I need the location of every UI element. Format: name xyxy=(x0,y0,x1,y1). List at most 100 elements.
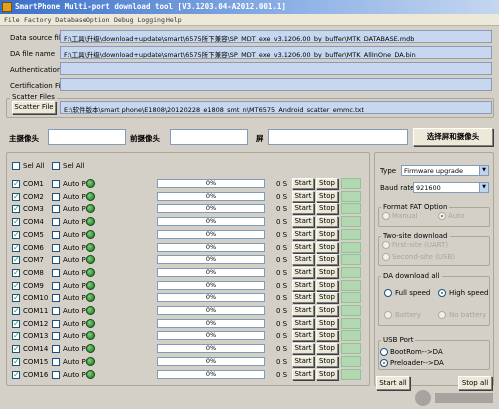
auto-pl-checkbox[interactable] xyxy=(52,231,60,239)
com-start-button[interactable]: Start xyxy=(292,191,314,202)
menu-file[interactable]: File xyxy=(4,16,20,24)
com-stop-button[interactable]: Stop xyxy=(316,305,338,316)
format-manual-label: Manual xyxy=(392,212,418,220)
second-site-radio[interactable] xyxy=(382,253,390,261)
com-start-button[interactable]: Start xyxy=(292,318,314,329)
format-auto-radio[interactable] xyxy=(438,212,446,220)
com-start-button[interactable]: Start xyxy=(292,330,314,341)
com-stop-button[interactable]: Stop xyxy=(316,203,338,214)
baud-rate-select[interactable]: 921600 ▼ xyxy=(413,182,489,193)
auto-pl-checkbox[interactable] xyxy=(52,307,60,315)
auth-file-field[interactable] xyxy=(60,62,492,75)
main-camera-input[interactable] xyxy=(48,129,126,145)
com-start-button[interactable]: Start xyxy=(292,343,314,354)
com-start-button[interactable]: Start xyxy=(292,280,314,291)
com-checkbox[interactable] xyxy=(12,217,20,226)
com-start-button[interactable]: Start xyxy=(292,369,314,380)
com-checkbox[interactable] xyxy=(12,192,20,201)
com-checkbox[interactable] xyxy=(12,255,20,264)
screen-input[interactable] xyxy=(268,129,408,145)
status-led-icon xyxy=(86,357,95,366)
sel-all-auto-checkbox[interactable] xyxy=(52,162,60,170)
com-start-button[interactable]: Start xyxy=(292,216,314,227)
menu-help[interactable]: Help xyxy=(166,16,182,24)
com-stop-button[interactable]: Stop xyxy=(316,343,338,354)
auto-pl-checkbox[interactable] xyxy=(52,244,60,252)
com-checkbox[interactable] xyxy=(12,243,20,252)
da-file-field[interactable]: F:\工具\升级\download+update\smart\6575所下兼容\… xyxy=(60,46,492,59)
bootrom-radio[interactable] xyxy=(380,348,388,356)
usb-port-title: USB Port xyxy=(381,336,416,344)
status-led-icon xyxy=(86,306,95,315)
com-checkbox[interactable] xyxy=(12,370,20,379)
menu-debug-logging[interactable]: Debug Logging xyxy=(114,16,165,24)
com-stop-button[interactable]: Stop xyxy=(316,229,338,240)
com-start-button[interactable]: Start xyxy=(292,178,314,189)
com-checkbox[interactable] xyxy=(12,344,20,353)
com-stop-button[interactable]: Stop xyxy=(316,216,338,227)
com-stop-button[interactable]: Stop xyxy=(316,267,338,278)
com-stop-button[interactable]: Stop xyxy=(316,369,338,380)
full-speed-label: Full speed xyxy=(395,289,431,297)
com-stop-button[interactable]: Stop xyxy=(316,318,338,329)
auto-pl-checkbox[interactable] xyxy=(52,269,60,277)
auto-pl-checkbox[interactable] xyxy=(52,294,60,302)
first-site-radio[interactable] xyxy=(382,241,390,249)
auto-pl-checkbox[interactable] xyxy=(52,218,60,226)
menu-option[interactable]: Option xyxy=(86,16,109,24)
com-start-button[interactable]: Start xyxy=(292,356,314,367)
select-screen-camera-button[interactable]: 选择屏和摄像头 xyxy=(413,128,493,146)
full-speed-radio[interactable] xyxy=(384,289,392,297)
auto-pl-checkbox[interactable] xyxy=(52,332,60,340)
sel-all-checkbox[interactable] xyxy=(12,162,20,170)
auto-pl-checkbox[interactable] xyxy=(52,282,60,290)
com-stop-button[interactable]: Stop xyxy=(316,280,338,291)
auto-pl-checkbox[interactable] xyxy=(52,205,60,213)
scatter-file-button[interactable]: Scatter File xyxy=(12,101,56,114)
cert-file-field[interactable] xyxy=(60,78,492,91)
menu-factory-database[interactable]: Factory Database xyxy=(24,16,87,24)
high-speed-radio[interactable] xyxy=(438,289,446,297)
com-stop-button[interactable]: Stop xyxy=(316,242,338,253)
com-checkbox[interactable] xyxy=(12,331,20,340)
auto-pl-checkbox[interactable] xyxy=(52,180,60,188)
com-checkbox[interactable] xyxy=(12,306,20,315)
type-select[interactable]: Firmware upgrade ▼ xyxy=(401,165,489,176)
com-checkbox[interactable] xyxy=(12,293,20,302)
com-stop-button[interactable]: Stop xyxy=(316,191,338,202)
chevron-down-icon: ▼ xyxy=(479,166,488,175)
battery-radio[interactable] xyxy=(384,311,392,319)
com-checkbox[interactable] xyxy=(12,179,20,188)
data-source-field[interactable]: F:\工具\升级\download+update\smart\6575所下兼容\… xyxy=(60,30,492,43)
com-start-button[interactable]: Start xyxy=(292,254,314,265)
com-stop-button[interactable]: Stop xyxy=(316,254,338,265)
com-start-button[interactable]: Start xyxy=(292,292,314,303)
com-start-button[interactable]: Start xyxy=(292,203,314,214)
auto-pl-checkbox[interactable] xyxy=(52,371,60,379)
auto-pl-checkbox[interactable] xyxy=(52,256,60,264)
com-checkbox[interactable] xyxy=(12,230,20,239)
start-all-button[interactable]: Start all xyxy=(376,376,410,390)
com-stop-button[interactable]: Stop xyxy=(316,292,338,303)
com-checkbox[interactable] xyxy=(12,357,20,366)
auto-pl-checkbox[interactable] xyxy=(52,193,60,201)
front-camera-input[interactable] xyxy=(170,129,248,145)
com-stop-button[interactable]: Stop xyxy=(316,178,338,189)
auto-pl-checkbox[interactable] xyxy=(52,345,60,353)
com-start-button[interactable]: Start xyxy=(292,242,314,253)
com-checkbox[interactable] xyxy=(12,319,20,328)
com-checkbox[interactable] xyxy=(12,204,20,213)
preloader-radio[interactable] xyxy=(380,359,388,367)
scatter-file-field[interactable]: E:\软件版本\smart phone\E1808\20120228_e1808… xyxy=(60,101,492,114)
com-checkbox[interactable] xyxy=(12,268,20,277)
com-start-button[interactable]: Start xyxy=(292,229,314,240)
no-battery-radio[interactable] xyxy=(438,311,446,319)
com-checkbox[interactable] xyxy=(12,281,20,290)
com-start-button[interactable]: Start xyxy=(292,267,314,278)
com-stop-button[interactable]: Stop xyxy=(316,356,338,367)
format-manual-radio[interactable] xyxy=(382,212,390,220)
com-stop-button[interactable]: Stop xyxy=(316,330,338,341)
auto-pl-checkbox[interactable] xyxy=(52,320,60,328)
auto-pl-checkbox[interactable] xyxy=(52,358,60,366)
com-start-button[interactable]: Start xyxy=(292,305,314,316)
